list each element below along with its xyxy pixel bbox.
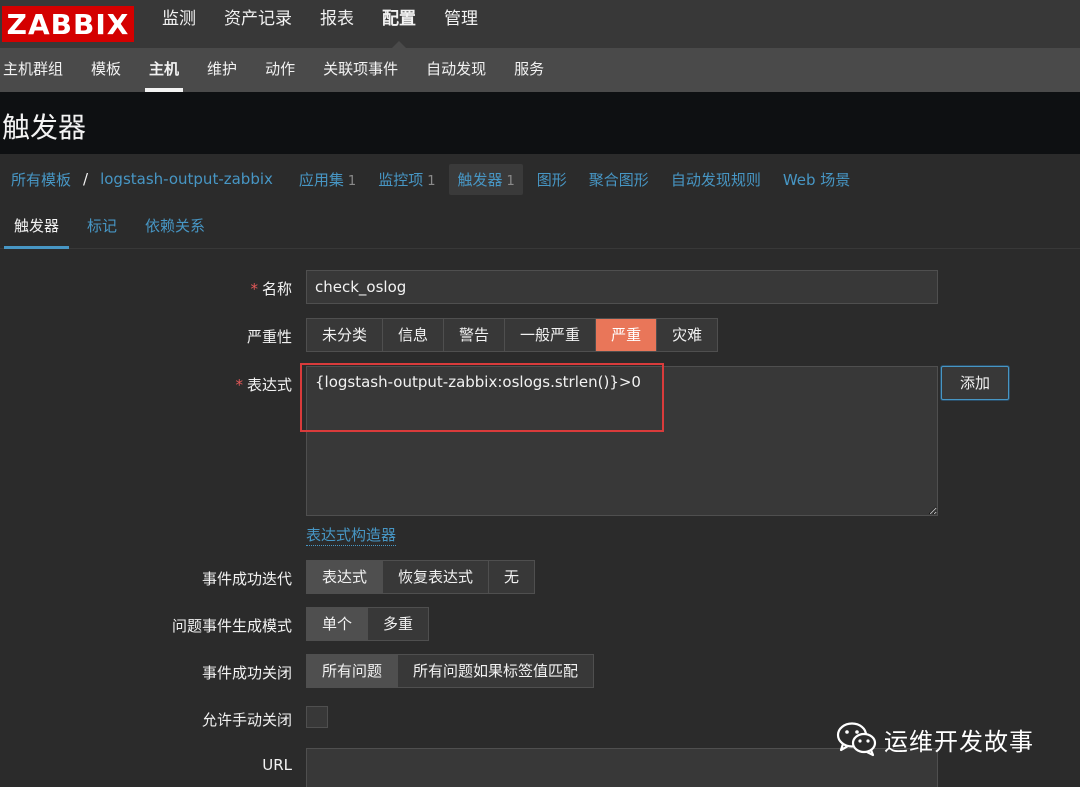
severity-information[interactable]: 信息	[383, 319, 445, 351]
breadcrumb-all-templates[interactable]: 所有模板	[0, 164, 79, 195]
tab-dependencies[interactable]: 依赖关系	[131, 204, 219, 248]
problem-mode-single[interactable]: 单个	[307, 608, 369, 640]
sub-nav-discovery[interactable]: 自动发现	[418, 48, 494, 92]
breadcrumb-discovery-rules[interactable]: 自动发现规则	[663, 164, 769, 195]
tab-tags[interactable]: 标记	[73, 204, 131, 248]
severity-high[interactable]: 严重	[596, 319, 658, 351]
breadcrumb: 所有模板 / logstash-output-zabbix 应用集 1 监控项 1 …	[0, 154, 1080, 204]
top-nav-inventory[interactable]: 资产记录	[210, 0, 306, 48]
ok-event-closes-label: 事件成功关闭	[201, 664, 292, 682]
problem-event-mode-selector: 单个 多重	[306, 607, 430, 641]
sub-nav: 主机群组 模板 主机 维护 动作 关联项事件 自动发现 服务	[0, 48, 1080, 92]
expression-label: * 表达式	[235, 376, 292, 394]
closes-all-problems[interactable]: 所有问题	[307, 655, 399, 687]
top-nav-monitoring[interactable]: 监测	[148, 0, 210, 48]
name-input[interactable]	[306, 270, 938, 304]
ok-event-generation-selector: 表达式 恢复表达式 无	[306, 560, 536, 594]
page-header: 触发器	[0, 92, 1080, 154]
name-label: * 名称	[250, 280, 292, 298]
manual-close-checkbox[interactable]	[306, 706, 328, 728]
severity-warning[interactable]: 警告	[444, 319, 506, 351]
top-nav-reports[interactable]: 报表	[306, 0, 368, 48]
watermark-text: 运维开发故事	[884, 727, 1034, 756]
manual-close-label: 允许手动关闭	[201, 711, 292, 729]
top-bar: ZABBIX 监测 资产记录 报表 配置 管理	[0, 0, 1080, 48]
severity-label: 严重性	[246, 328, 292, 346]
sub-nav-maintenance[interactable]: 维护	[199, 48, 245, 92]
severity-selector: 未分类 信息 警告 一般严重 严重 灾难	[306, 318, 719, 352]
wechat-icon	[836, 721, 878, 757]
sub-nav-services[interactable]: 服务	[506, 48, 552, 92]
breadcrumb-graphs[interactable]: 图形	[529, 164, 575, 195]
sub-nav-hosts[interactable]: 主机	[141, 48, 187, 92]
severity-disaster[interactable]: 灾难	[657, 319, 717, 351]
tab-trigger[interactable]: 触发器	[0, 204, 73, 249]
add-expression-button[interactable]: 添加	[941, 366, 1009, 400]
problem-mode-multiple[interactable]: 多重	[368, 608, 428, 640]
watermark: 运维开发故事	[836, 719, 1034, 759]
severity-not-classified[interactable]: 未分类	[307, 319, 384, 351]
breadcrumb-screens[interactable]: 聚合图形	[581, 164, 657, 195]
sub-nav-templates[interactable]: 模板	[83, 48, 129, 92]
problem-event-mode-label: 问题事件生成模式	[171, 617, 292, 635]
ok-event-expression[interactable]: 表达式	[307, 561, 384, 593]
breadcrumb-template[interactable]: logstash-output-zabbix	[92, 165, 281, 193]
page-title: 触发器	[2, 111, 87, 144]
sub-nav-host-groups[interactable]: 主机群组	[0, 48, 71, 92]
trigger-form: *名称 严重性 未分类 信息 警告 一般严重 严重 灾难 *表达式 {logst…	[2, 250, 1080, 787]
sub-nav-actions[interactable]: 动作	[257, 48, 303, 92]
breadcrumb-triggers[interactable]: 触发器 1	[449, 163, 523, 195]
ok-event-closes-selector: 所有问题 所有问题如果标签值匹配	[306, 654, 595, 688]
required-marker: *	[235, 376, 243, 394]
breadcrumb-separator: /	[83, 170, 89, 188]
expression-textarea[interactable]: {logstash-output-zabbix:oslogs.strlen()}…	[306, 366, 938, 516]
required-marker: *	[250, 280, 258, 298]
breadcrumb-web-scenarios[interactable]: Web 场景	[775, 164, 858, 195]
top-nav-administration[interactable]: 管理	[430, 0, 492, 48]
ok-event-generation-label: 事件成功迭代	[201, 570, 292, 588]
breadcrumb-applications[interactable]: 应用集 1	[291, 164, 364, 195]
breadcrumb-items[interactable]: 监控项 1	[370, 164, 443, 195]
closes-all-problems-if-tag-match[interactable]: 所有问题如果标签值匹配	[398, 655, 593, 687]
severity-average[interactable]: 一般严重	[505, 319, 597, 351]
zabbix-logo[interactable]: ZABBIX	[2, 6, 134, 42]
sub-nav-event-correlation[interactable]: 关联项事件	[315, 48, 406, 92]
top-nav-configuration[interactable]: 配置	[368, 0, 430, 48]
top-nav: 监测 资产记录 报表 配置 管理	[148, 0, 492, 48]
url-label: URL	[262, 756, 292, 774]
form-tabs: 触发器 标记 依赖关系	[0, 204, 1080, 249]
ok-event-recovery-expression[interactable]: 恢复表达式	[383, 561, 490, 593]
ok-event-none[interactable]: 无	[489, 561, 534, 593]
expression-builder-link[interactable]: 表达式构造器	[306, 524, 397, 546]
